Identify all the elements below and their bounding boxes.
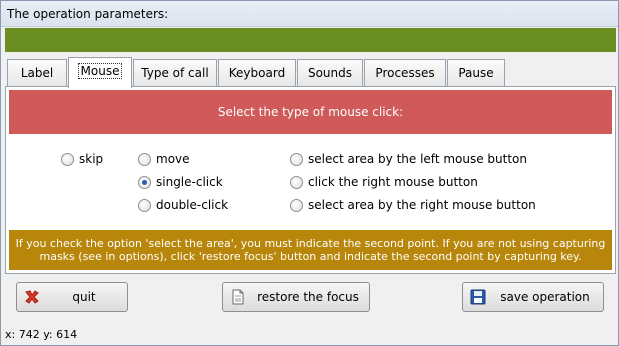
tab-keyboard[interactable]: Keyboard: [218, 59, 296, 87]
radio-move[interactable]: move: [138, 152, 190, 166]
restore-focus-button[interactable]: restore the focus: [222, 282, 370, 312]
red-x-icon: [25, 290, 39, 304]
mouse-tab-panel: Select the type of mouse click: skip mov…: [5, 86, 616, 274]
tab-strip: Label Mouse Type of call Keyboard Sounds…: [5, 57, 616, 88]
radio-skip-label: skip: [79, 152, 104, 166]
tab-mouse[interactable]: Mouse: [68, 57, 132, 88]
document-icon: [232, 289, 244, 305]
save-operation-button-label: save operation: [500, 290, 590, 304]
radio-circle-icon: [290, 198, 303, 212]
radio-click-right[interactable]: click the right mouse button: [290, 175, 478, 189]
radio-skip[interactable]: skip: [61, 152, 103, 166]
green-header-bar: [5, 28, 616, 52]
radio-select-area-right[interactable]: select area by the right mouse button: [290, 198, 536, 212]
click-type-header: Select the type of mouse click:: [9, 90, 612, 134]
radio-single-click[interactable]: single-click: [138, 175, 223, 189]
floppy-disk-icon: [470, 289, 486, 305]
window-title: The operation parameters:: [7, 7, 169, 21]
radio-click-right-label: click the right mouse button: [308, 175, 478, 189]
radio-select-area-left[interactable]: select area by the left mouse button: [290, 152, 527, 166]
restore-focus-button-label: restore the focus: [257, 290, 359, 304]
radio-select-area-right-label: select area by the right mouse button: [308, 198, 536, 212]
radio-single-click-label: single-click: [156, 175, 223, 189]
tab-label[interactable]: Label: [7, 59, 67, 87]
radio-select-area-left-label: select area by the left mouse button: [308, 152, 527, 166]
tab-type-of-call[interactable]: Type of call: [133, 59, 217, 87]
hint-message: If you check the option 'select the area…: [9, 230, 612, 270]
operation-parameters-window: The operation parameters: Label Mouse Ty…: [0, 0, 619, 346]
title-bar: The operation parameters:: [1, 1, 618, 27]
tab-processes[interactable]: Processes: [364, 59, 446, 87]
quit-button-label: quit: [72, 290, 96, 304]
radio-circle-icon: [290, 152, 303, 166]
quit-button[interactable]: quit: [16, 282, 128, 312]
radio-circle-icon: [290, 175, 303, 189]
cursor-coordinates: x: 742 y: 614: [5, 328, 78, 341]
radio-circle-icon: [138, 152, 151, 166]
save-operation-button[interactable]: save operation: [462, 282, 604, 312]
radio-double-click-label: double-click: [156, 198, 229, 212]
radio-move-label: move: [156, 152, 190, 166]
tab-sounds[interactable]: Sounds: [297, 59, 363, 87]
radio-double-click[interactable]: double-click: [138, 198, 228, 212]
radio-circle-icon: [138, 198, 151, 212]
tab-pause[interactable]: Pause: [447, 59, 505, 87]
radio-checked-icon: [138, 175, 151, 189]
radio-circle-icon: [61, 152, 74, 166]
